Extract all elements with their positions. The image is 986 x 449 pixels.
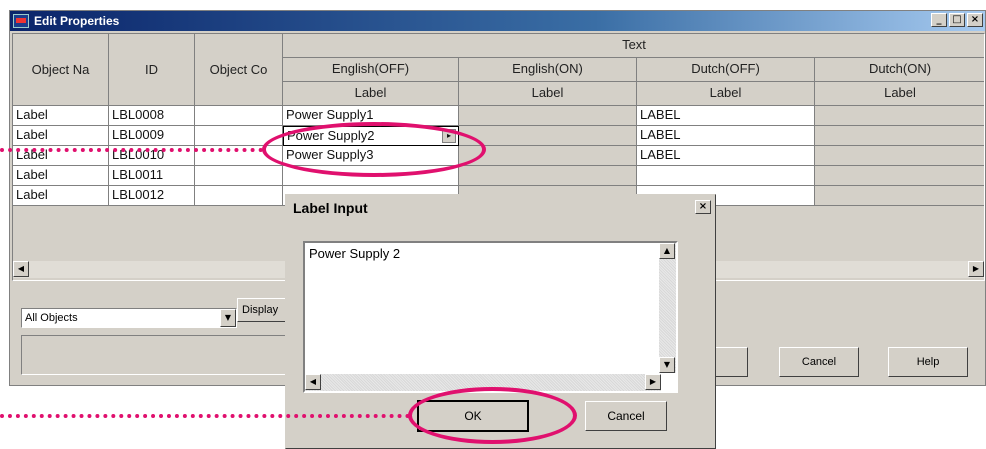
status-panel bbox=[21, 335, 291, 375]
maximize-button[interactable]: □ bbox=[949, 13, 965, 27]
subheader-label: Label bbox=[637, 82, 815, 106]
dialog-cancel-button[interactable]: Cancel bbox=[585, 401, 667, 431]
dotted-pointer-line bbox=[0, 148, 263, 152]
cell-dutch-on[interactable] bbox=[815, 186, 984, 206]
header-id[interactable]: ID bbox=[109, 34, 195, 106]
cell-dutch-off[interactable]: LABEL bbox=[637, 106, 815, 126]
chevron-down-icon[interactable]: ▼ bbox=[220, 309, 236, 327]
cell-english-on[interactable] bbox=[459, 106, 637, 126]
scroll-left-icon[interactable]: ◀ bbox=[13, 261, 29, 277]
cell-object-comment[interactable] bbox=[195, 186, 283, 206]
cell-object-comment[interactable] bbox=[195, 166, 283, 186]
header-dutch-off[interactable]: Dutch(OFF) bbox=[637, 58, 815, 82]
dialog-title-bar[interactable]: Label Input × bbox=[288, 197, 713, 218]
header-object-comment[interactable]: Object Co bbox=[195, 34, 283, 106]
cell-object-name[interactable]: Label bbox=[13, 166, 109, 186]
app-icon bbox=[13, 14, 29, 28]
cell-object-name[interactable]: Label bbox=[13, 126, 109, 146]
header-english-off[interactable]: English(OFF) bbox=[283, 58, 459, 82]
scroll-right-icon[interactable]: ▶ bbox=[968, 261, 984, 277]
close-button[interactable]: × bbox=[967, 13, 983, 27]
scroll-down-icon[interactable]: ▼ bbox=[659, 357, 675, 373]
help-button[interactable]: Help bbox=[888, 347, 968, 377]
cell-dutch-off[interactable]: LABEL bbox=[637, 126, 815, 146]
object-filter-select[interactable]: All Objects ▼ bbox=[21, 308, 237, 328]
cell-english-on[interactable] bbox=[459, 126, 637, 146]
cell-dutch-on[interactable] bbox=[815, 126, 984, 146]
cell-object-name[interactable]: Label bbox=[13, 186, 109, 206]
scroll-up-icon[interactable]: ▲ bbox=[659, 243, 675, 259]
scroll-left-icon[interactable]: ◀ bbox=[305, 374, 321, 390]
cell-dutch-on[interactable] bbox=[815, 146, 984, 166]
cancel-button[interactable]: Cancel bbox=[779, 347, 859, 377]
subheader-label: Label bbox=[459, 82, 637, 106]
dialog-title: Label Input bbox=[293, 200, 368, 216]
cell-object-name[interactable]: Label bbox=[13, 106, 109, 126]
label-text-value: Power Supply 2 bbox=[309, 246, 401, 261]
cell-id[interactable]: LBL0008 bbox=[109, 106, 195, 126]
scroll-right-icon[interactable]: ▶ bbox=[645, 374, 661, 390]
cell-dutch-on[interactable] bbox=[815, 106, 984, 126]
dialog-close-button[interactable]: × bbox=[695, 200, 711, 214]
cell-object-comment[interactable] bbox=[195, 106, 283, 126]
title-bar[interactable]: Edit Properties _ □ × bbox=[10, 11, 985, 31]
header-text-group: Text bbox=[283, 34, 984, 58]
header-object-name[interactable]: Object Na bbox=[13, 34, 109, 106]
cell-id[interactable]: LBL0011 bbox=[109, 166, 195, 186]
cell-english-on[interactable] bbox=[459, 166, 637, 186]
header-english-on[interactable]: English(ON) bbox=[459, 58, 637, 82]
cell-id[interactable]: LBL0012 bbox=[109, 186, 195, 206]
subheader-label: Label bbox=[283, 82, 459, 106]
subheader-label: Label bbox=[815, 82, 984, 106]
highlight-circle-cell bbox=[262, 122, 486, 177]
cell-dutch-off[interactable] bbox=[637, 166, 815, 186]
cell-dutch-on[interactable] bbox=[815, 166, 984, 186]
dotted-pointer-line bbox=[0, 414, 410, 418]
cell-dutch-off[interactable]: LABEL bbox=[637, 146, 815, 166]
label-text-area[interactable]: Power Supply 2 ▲ ▼ ◀ ▶ bbox=[303, 241, 678, 393]
object-filter-value: All Objects bbox=[25, 312, 78, 324]
highlight-circle-ok bbox=[408, 387, 577, 444]
window-title: Edit Properties bbox=[34, 14, 120, 28]
minimize-button[interactable]: _ bbox=[931, 13, 947, 27]
cell-id[interactable]: LBL0009 bbox=[109, 126, 195, 146]
textarea-vertical-scrollbar[interactable]: ▲ ▼ bbox=[659, 243, 676, 373]
header-dutch-on[interactable]: Dutch(ON) bbox=[815, 58, 984, 82]
